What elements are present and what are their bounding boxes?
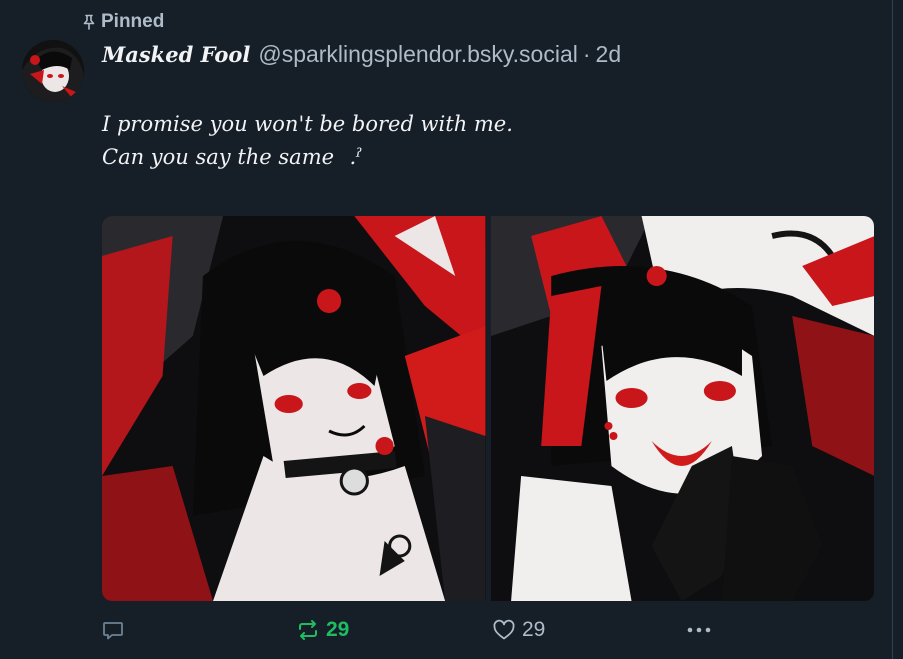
pin-icon	[83, 14, 95, 30]
more-icon	[687, 627, 711, 633]
reply-icon	[103, 622, 123, 640]
pinned-indicator: Pinned	[82, 11, 164, 33]
image-gallery	[102, 216, 874, 601]
post-text-line: I promise you won't be bored with me.	[102, 112, 513, 136]
repost-count: 29	[326, 618, 350, 641]
display-name[interactable]: Masked Fool	[102, 42, 250, 67]
header-separator: ·	[582, 41, 591, 67]
pinned-label: Pinned	[101, 11, 165, 32]
post-text: I promise you won't be bored with me. Ca…	[102, 108, 513, 174]
post-timestamp[interactable]: 2d	[596, 41, 622, 68]
post-image-left[interactable]	[102, 216, 486, 601]
pinned-post[interactable]: Pinned Masked Fool @sparklingsplendor.bs…	[0, 0, 893, 659]
repost-icon	[299, 620, 317, 640]
reply-button[interactable]	[102, 614, 130, 646]
like-button[interactable]: 29	[492, 614, 545, 646]
like-count: 29	[522, 618, 546, 641]
heart-icon	[493, 619, 515, 640]
more-options-button[interactable]	[686, 614, 712, 646]
post-text-line: Can you say the same .ˀ	[102, 145, 363, 169]
author-handle[interactable]: @sparklingsplendor.bsky.social	[258, 41, 578, 68]
post-image-right[interactable]	[490, 216, 874, 601]
repost-button[interactable]: 29	[296, 614, 349, 646]
avatar[interactable]	[22, 40, 84, 102]
post-actions: 29 29	[102, 614, 722, 646]
column-divider	[892, 0, 893, 659]
post-header: Masked Fool @sparklingsplendor.bsky.soci…	[102, 41, 621, 68]
